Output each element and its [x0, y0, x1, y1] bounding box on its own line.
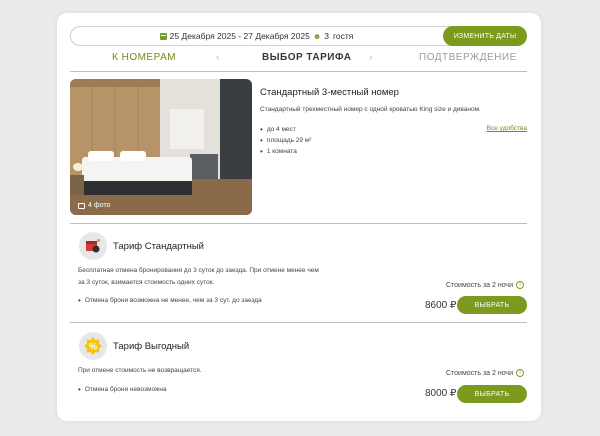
tariff-standard-condition: Отмена брони возможна не менее, чем за 3…	[78, 296, 262, 305]
booking-summary-bar: 25 Декабря 2025 - 27 Декабря 2025 ☻ 3 го…	[70, 26, 527, 46]
tariff-standard-price: 8600 ₽	[425, 300, 457, 311]
tariff-standard-description-line: за 3 суток, взимается стоимость одних су…	[78, 279, 215, 286]
info-icon[interactable]: i	[516, 281, 524, 289]
cost-label: Стоимость за 2 ночи	[445, 281, 513, 289]
cost-label: Стоимость за 2 ночи	[445, 369, 513, 377]
tariff-standard-cost-label: Стоимость за 2 ночи i	[446, 281, 524, 289]
tariff-standard-select-button[interactable]: ВЫБРАТЬ	[457, 296, 527, 314]
tariff-profitable-cost-label: Стоимость за 2 ночи i	[446, 369, 524, 377]
room-features: до 4 мест площадь 29 м² 1 комната	[260, 124, 312, 157]
booking-summary: 25 Декабря 2025 - 27 Декабря 2025 ☻ 3 го…	[71, 27, 442, 45]
step-confirmation: ПОДТВЕРЖДЕНИЕ	[419, 52, 517, 63]
tariff-standard-description: Бесплатная отмена бронирования до 3 суто…	[78, 265, 338, 289]
booking-dates: 25 Декабря 2025 - 27 Декабря 2025	[169, 31, 310, 41]
room-feature-rooms: 1 комната	[260, 146, 311, 157]
room-feature-area: площадь 29 м²	[260, 135, 312, 146]
section-divider	[70, 322, 527, 323]
guests-label: гостя	[332, 31, 354, 41]
step-tariff-selection: ВЫБОР ТАРИФА	[262, 52, 352, 63]
room-photo[interactable]: 4 фото	[70, 79, 252, 215]
step-back-to-rooms[interactable]: К НОМЕРАМ	[112, 52, 176, 63]
tariff-profitable-title: Тариф Выгодный	[113, 341, 190, 352]
room-description: Стандартный трехместный номер с одной кр…	[260, 106, 481, 113]
chevron-right-icon: ›	[369, 52, 373, 63]
booking-card: 25 Декабря 2025 - 27 Декабря 2025 ☻ 3 го…	[57, 13, 541, 421]
photo-count[interactable]: 4 фото	[78, 202, 110, 209]
tariff-profitable-price: 8000 ₽	[425, 388, 457, 399]
tariff-profitable-select-button[interactable]: ВЫБРАТЬ	[457, 385, 527, 403]
photo-count-label: 4 фото	[88, 202, 111, 209]
percent-badge-icon: %	[79, 332, 107, 360]
chevron-left-icon: ‹	[216, 52, 220, 63]
change-dates-button[interactable]: ИЗМЕНИТЬ ДАТЫ	[443, 26, 527, 46]
steps-divider	[70, 71, 527, 72]
all-amenities-link[interactable]: Все удобства	[487, 125, 527, 132]
section-divider	[70, 223, 527, 224]
room-photo-image	[70, 79, 252, 215]
photo-gallery-icon	[78, 202, 85, 209]
tariff-profitable-condition: Отмена брони невозможна	[78, 385, 167, 394]
booking-steps: К НОМЕРАМ ‹ ВЫБОР ТАРИФА › ПОДТВЕРЖДЕНИЕ	[70, 50, 527, 70]
room-feature-capacity: до 4 мест	[260, 124, 311, 135]
guests-count: 3	[324, 31, 329, 41]
tariff-standard-description-line: Бесплатная отмена бронирования до 3 суто…	[78, 267, 319, 274]
room-title: Стандартный 3-местный номер	[260, 87, 399, 98]
info-icon[interactable]: i	[516, 369, 524, 377]
cancellation-calendar-icon	[79, 232, 107, 260]
svg-text:%: %	[89, 342, 97, 352]
tariff-profitable-description: При отмене стоимость не возвращается.	[78, 365, 338, 377]
guests-icon: ☻	[312, 31, 322, 41]
tariff-standard-title: Тариф Стандартный	[113, 241, 204, 252]
tariff-profitable-description-line: При отмене стоимость не возвращается.	[78, 367, 202, 374]
calendar-icon	[159, 32, 167, 40]
